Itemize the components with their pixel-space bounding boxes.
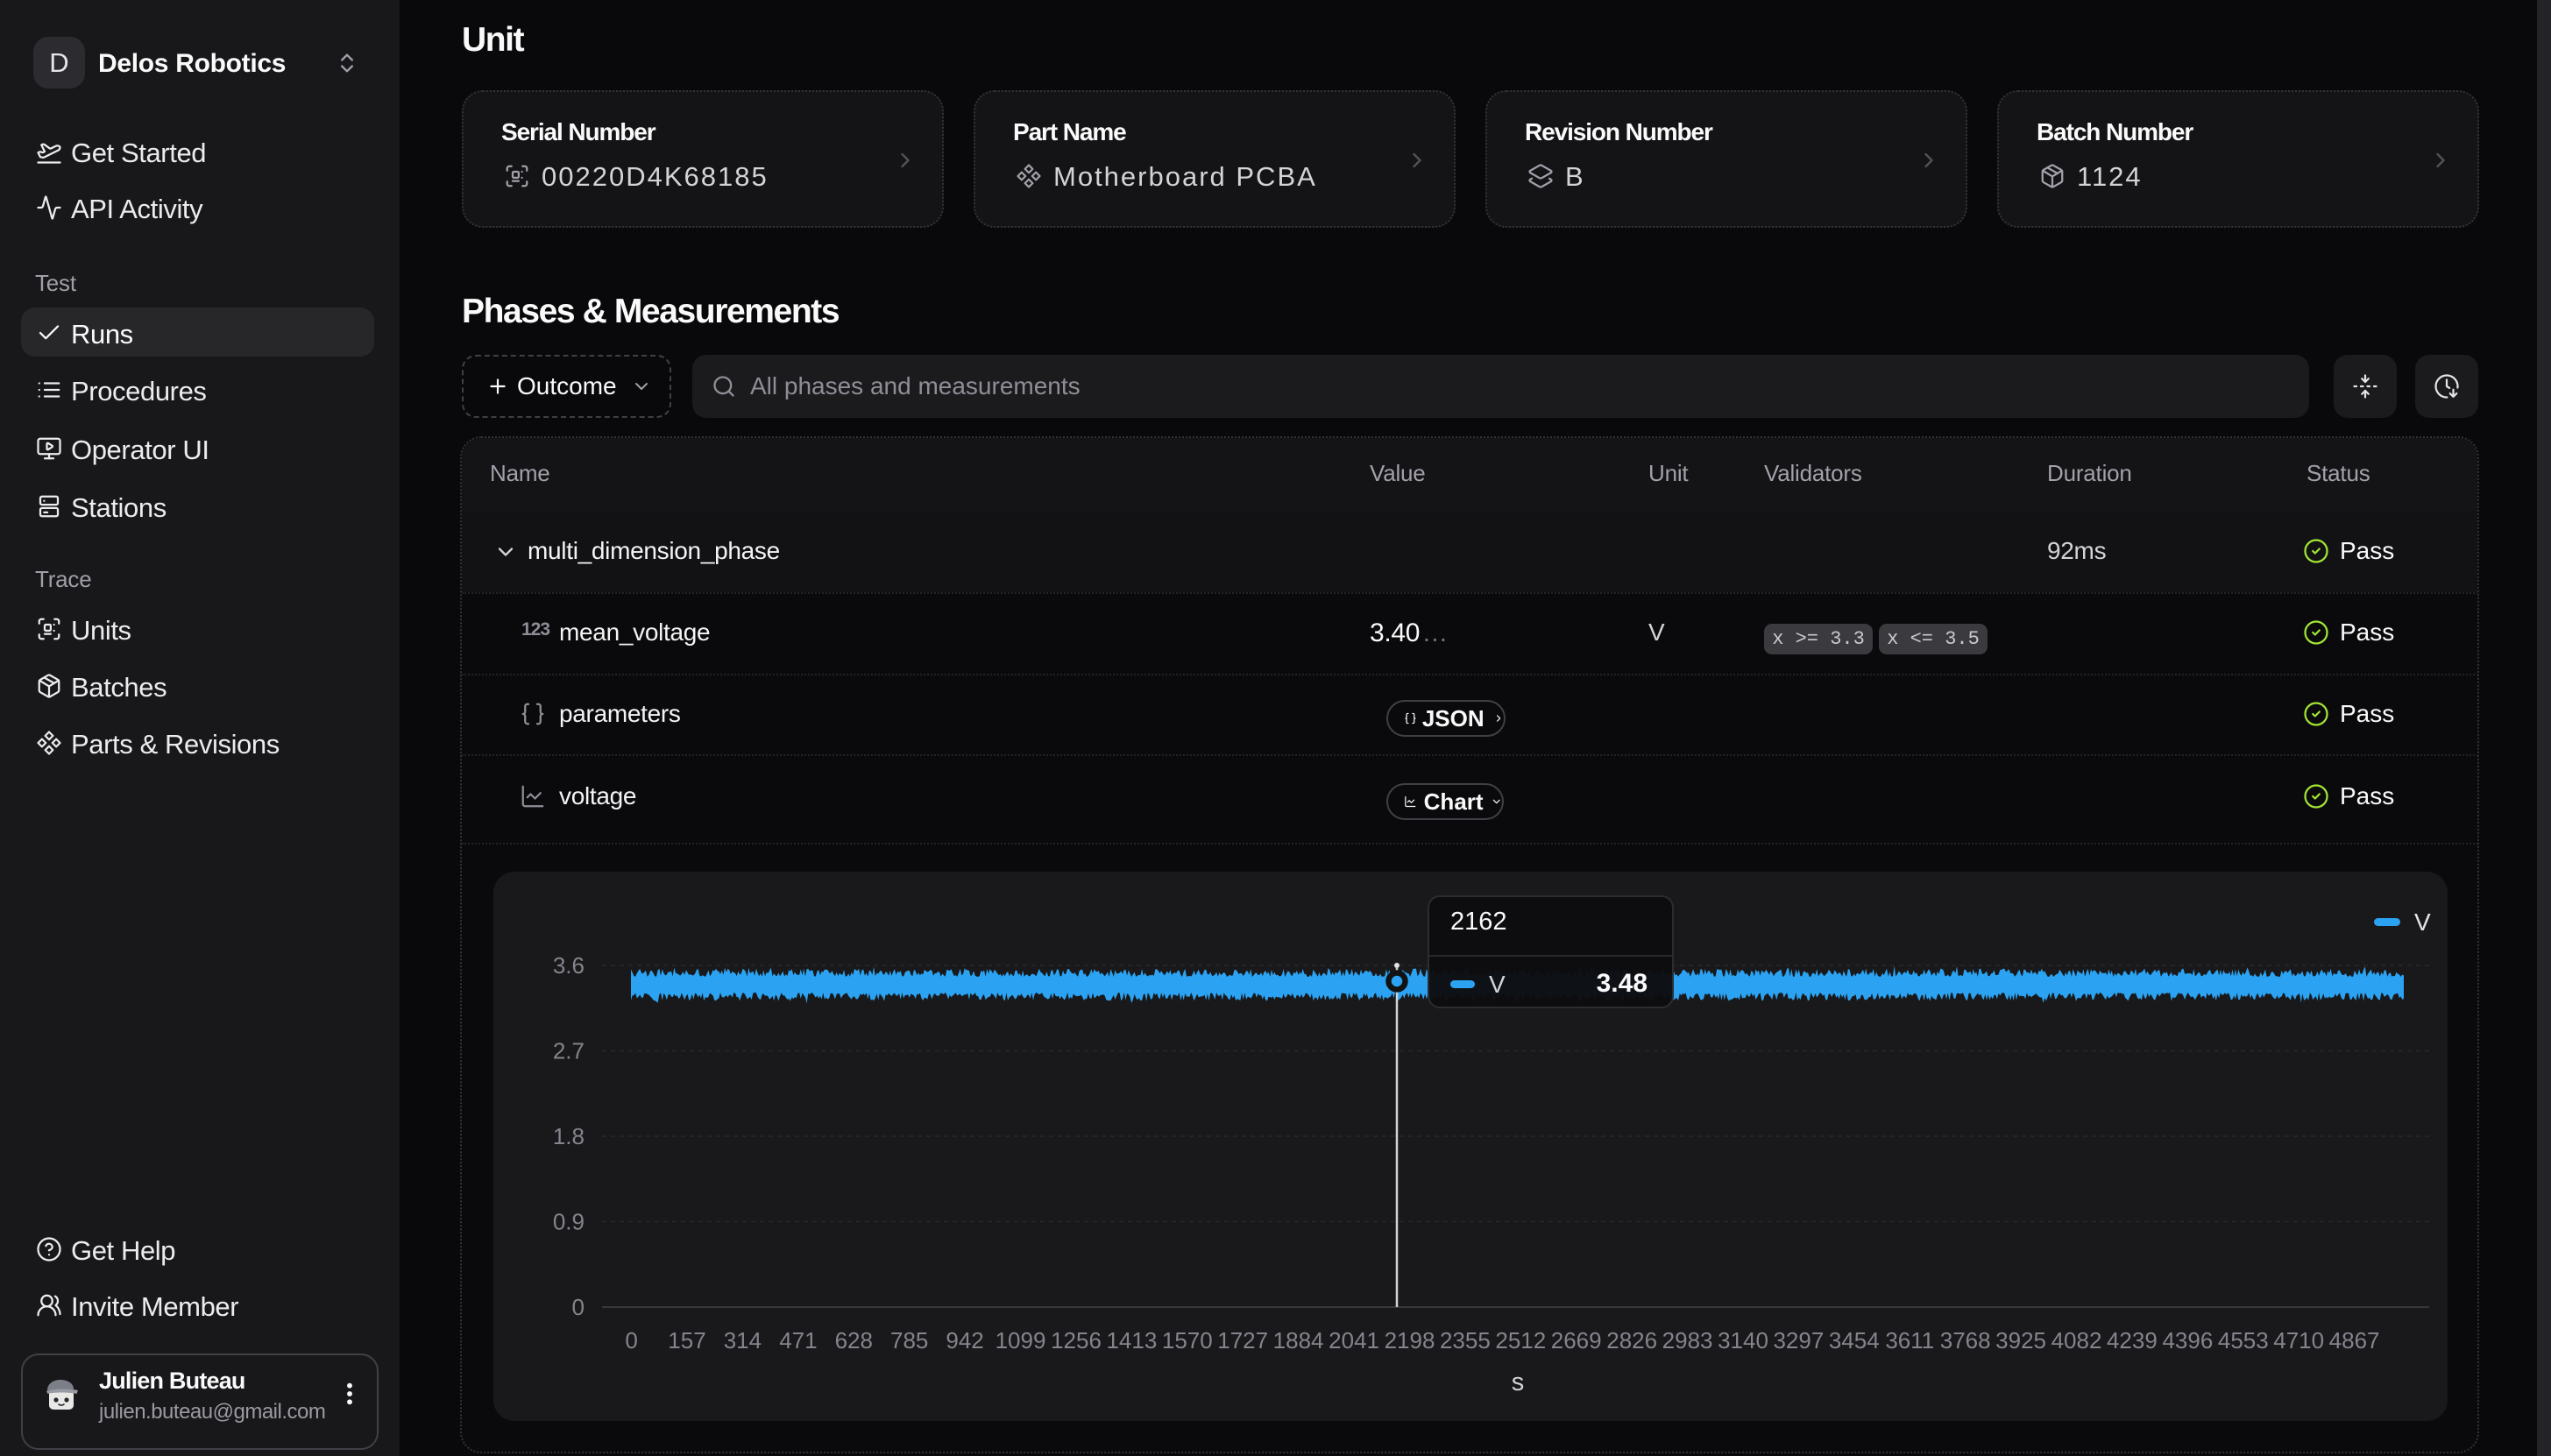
svg-text:3.6: 3.6 (553, 952, 585, 979)
svg-text:3925: 3925 (1995, 1327, 2046, 1354)
svg-text:4553: 4553 (2218, 1327, 2269, 1354)
svg-text:V: V (2414, 908, 2431, 936)
svg-text:471: 471 (779, 1327, 817, 1354)
svg-text:785: 785 (890, 1327, 928, 1354)
svg-text:2826: 2826 (1606, 1327, 1657, 1354)
svg-text:1570: 1570 (1162, 1327, 1213, 1354)
svg-text:4396: 4396 (2162, 1327, 2213, 1354)
svg-text:2.7: 2.7 (553, 1038, 585, 1064)
svg-text:1413: 1413 (1106, 1327, 1157, 1354)
svg-text:1884: 1884 (1273, 1327, 1324, 1354)
svg-text:2041: 2041 (1329, 1327, 1379, 1354)
svg-text:0: 0 (572, 1294, 585, 1320)
svg-text:3768: 3768 (1940, 1327, 1991, 1354)
svg-text:3140: 3140 (1718, 1327, 1768, 1354)
svg-text:1727: 1727 (1217, 1327, 1268, 1354)
svg-text:0.9: 0.9 (553, 1209, 585, 1235)
svg-text:2512: 2512 (1495, 1327, 1546, 1354)
svg-text:1099: 1099 (996, 1327, 1046, 1354)
svg-text:942: 942 (946, 1327, 983, 1354)
svg-text:1256: 1256 (1051, 1327, 1102, 1354)
svg-text:3297: 3297 (1773, 1327, 1824, 1354)
svg-text:4239: 4239 (2107, 1327, 2158, 1354)
svg-text:628: 628 (835, 1327, 873, 1354)
svg-text:4082: 4082 (2051, 1327, 2102, 1354)
svg-text:s: s (1512, 1368, 1525, 1396)
svg-text:2669: 2669 (1551, 1327, 1602, 1354)
svg-text:3454: 3454 (1829, 1327, 1880, 1354)
svg-text:1.8: 1.8 (553, 1123, 585, 1149)
svg-text:2983: 2983 (1662, 1327, 1713, 1354)
svg-text:3611: 3611 (1885, 1327, 1934, 1354)
svg-text:2198: 2198 (1385, 1327, 1435, 1354)
svg-text:2355: 2355 (1440, 1327, 1491, 1354)
svg-text:4867: 4867 (2329, 1327, 2380, 1354)
svg-text:314: 314 (724, 1327, 762, 1354)
svg-text:157: 157 (668, 1327, 705, 1354)
svg-text:0: 0 (625, 1327, 637, 1354)
svg-text:4710: 4710 (2273, 1327, 2324, 1354)
